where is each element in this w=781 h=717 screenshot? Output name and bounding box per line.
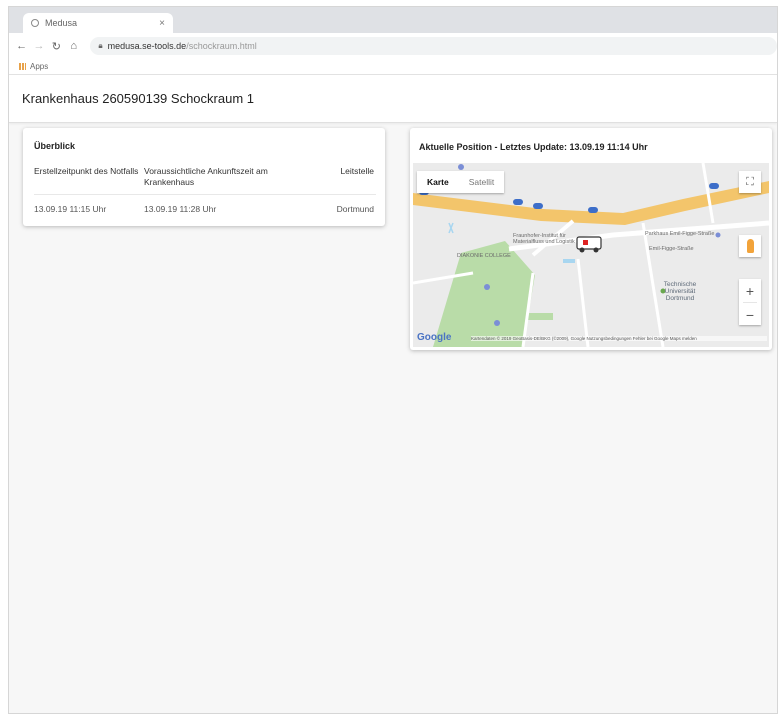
overview-card: Überblick Erstellzeitpunkt des Notfalls … — [23, 128, 385, 226]
zoom-control: + − — [739, 279, 761, 325]
bookmark-apps[interactable]: Apps — [30, 62, 48, 71]
table-cell: 13.09.19 11:15 Uhr — [34, 204, 107, 214]
table-header-row: Erstellzeitpunkt des Notfalls Voraussich… — [34, 166, 376, 195]
browser-tab[interactable]: Medusa × — [23, 13, 173, 33]
apps-icon[interactable] — [19, 63, 26, 70]
column-header: Voraussichtliche Ankunftszeit am Kranken… — [144, 166, 304, 195]
table-cell: Dortmund — [336, 204, 374, 214]
zoom-out-button[interactable]: − — [739, 303, 761, 326]
map[interactable]: DIAKONIE COLLEGE Fraunhofer-Institut für… — [413, 163, 769, 347]
globe-icon — [31, 19, 39, 27]
browser-window: Medusa × ← → ↻ ⌂ 🔒︎ medusa.se-tools.de/s… — [8, 6, 778, 714]
reload-icon[interactable]: ↻ — [50, 39, 63, 53]
map-type-karte[interactable]: Karte — [417, 171, 459, 193]
home-icon[interactable]: ⌂ — [67, 39, 80, 53]
map-type-satellit[interactable]: Satellit — [459, 171, 505, 193]
position-card: Aktuelle Position - Letztes Update: 13.0… — [410, 128, 772, 350]
map-label: Technische Universität Dortmund — [663, 281, 697, 302]
page-header: Krankenhaus 260590139 Schockraum 1 — [9, 75, 777, 123]
google-logo: Google — [417, 332, 452, 343]
map-label: Fraunhofer-Institut für Materialfluss un… — [513, 233, 575, 245]
pegman-icon[interactable] — [739, 235, 761, 257]
map-label: DIAKONIE COLLEGE — [457, 253, 511, 259]
map-attribution[interactable]: Kartendaten © 2019 GeoBasis-DE/BKG (©200… — [471, 336, 767, 341]
table-cell: 13.09.19 11:28 Uhr — [144, 204, 217, 214]
url-domain: medusa.se-tools.de — [107, 41, 187, 51]
table-row: 13.09.19 11:15 Uhr 13.09.19 11:28 Uhr Do… — [34, 195, 376, 214]
close-icon[interactable]: × — [159, 18, 165, 29]
tab-title: Medusa — [45, 18, 78, 28]
url-path: /schockraum.html — [186, 41, 257, 51]
column-header: Leitstelle — [304, 166, 376, 195]
back-icon[interactable]: ← — [15, 39, 28, 53]
fullscreen-icon[interactable]: ⛶ — [739, 171, 761, 193]
lock-icon: 🔒︎ — [98, 41, 103, 50]
browser-toolbar: ← → ↻ ⌂ 🔒︎ medusa.se-tools.de/schockraum… — [9, 33, 777, 59]
page-title: Krankenhaus 260590139 Schockraum 1 — [22, 91, 254, 106]
position-title: Aktuelle Position - Letztes Update: 13.0… — [419, 142, 648, 152]
column-header: Erstellzeitpunkt des Notfalls — [34, 166, 144, 195]
overview-title: Überblick — [34, 141, 76, 151]
forward-icon[interactable]: → — [32, 39, 45, 53]
map-label: Emil-Figge-Straße — [649, 246, 694, 252]
zoom-in-button[interactable]: + — [739, 279, 761, 302]
map-type-control: Karte Satellit — [417, 171, 505, 193]
address-bar[interactable]: 🔒︎ medusa.se-tools.de/schockraum.html — [90, 37, 777, 55]
overview-table: Erstellzeitpunkt des Notfalls Voraussich… — [34, 166, 376, 214]
bookmarks-bar: Apps — [9, 59, 777, 75]
tab-bar: Medusa × — [9, 7, 777, 33]
map-label: Parkhaus Emil-Figge-Straße — [645, 231, 715, 237]
